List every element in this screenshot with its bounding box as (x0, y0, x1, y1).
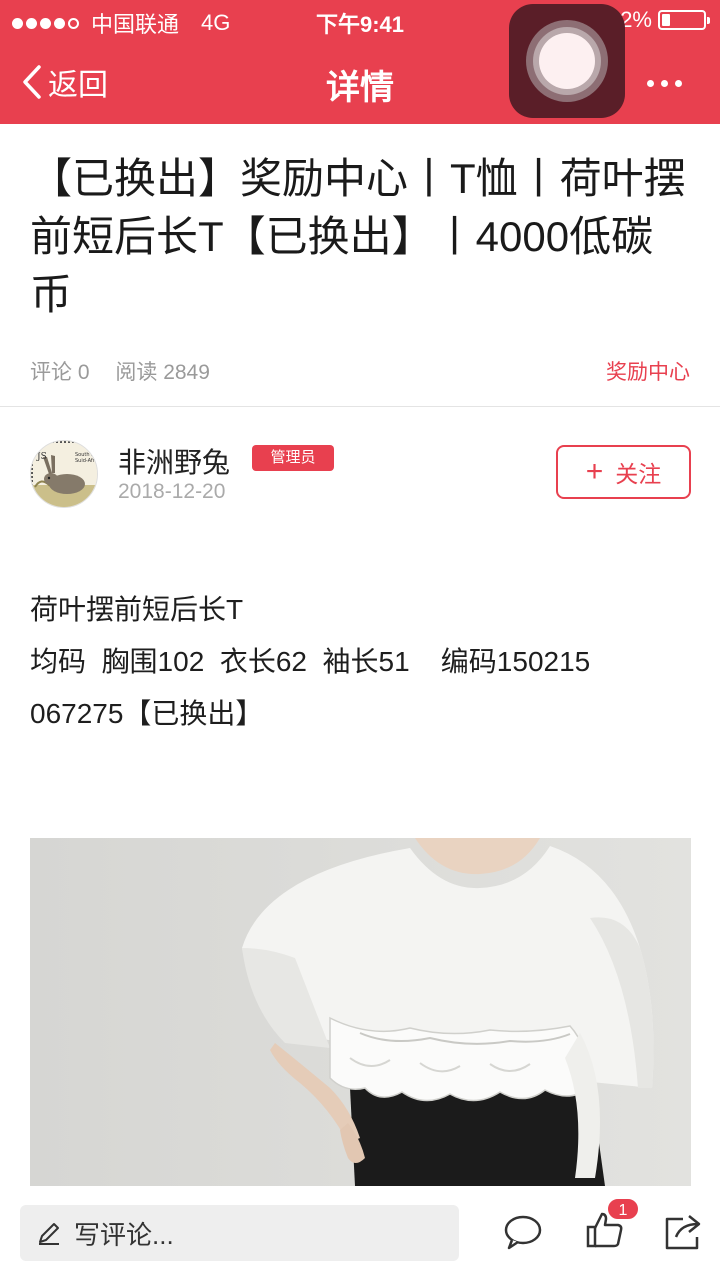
like-count-badge: 1 (606, 1197, 640, 1221)
speech-bubble-icon[interactable] (503, 1213, 543, 1251)
comment-count: 评论 0 (30, 361, 90, 384)
post-date: 2018-12-20 (118, 480, 226, 503)
rabbit-avatar-icon: JS South A Suid-Afri (31, 441, 97, 507)
category-link[interactable]: 奖励中心 (606, 356, 690, 386)
avatar[interactable]: JS South A Suid-Afri (30, 440, 98, 508)
body-line: 均码 胸围102 衣长62 袖长51 编码150215 (30, 646, 591, 677)
more-button[interactable] (647, 80, 682, 87)
read-count: 阅读 2849 (115, 361, 210, 384)
white-top-photo (30, 838, 691, 1186)
plus-icon: + (585, 455, 604, 488)
follow-label: 关注 (615, 461, 662, 487)
author-name[interactable]: 非洲野兔 (118, 441, 230, 481)
admin-badge: 管理员 (252, 445, 334, 471)
battery-icon (658, 10, 710, 30)
article-title: 【已换出】奖励中心丨T恤丨荷叶摆前短后长T【已换出】丨4000低碳币 (30, 155, 686, 318)
svg-text:JS: JS (36, 452, 47, 462)
body-line: 067275【已换出】 (30, 698, 264, 729)
divider (0, 406, 720, 407)
comment-placeholder: 写评论... (74, 1219, 174, 1250)
article-body: 荷叶摆前短后长T 均码 胸围102 衣长62 袖长51 编码150215 067… (30, 584, 695, 740)
pencil-icon (39, 1223, 59, 1245)
more-dots-icon (647, 80, 654, 87)
follow-button[interactable]: + 关注 (556, 445, 691, 499)
body-line: 荷叶摆前短后长T (30, 594, 244, 625)
assistive-touch-button[interactable] (509, 4, 625, 118)
article-meta: 评论 0 阅读 2849 奖励中心 (30, 356, 690, 386)
svg-text:Suid-Afri: Suid-Afri (75, 458, 96, 464)
share-icon[interactable] (663, 1213, 703, 1251)
product-image[interactable] (30, 838, 691, 1186)
bottom-bar: 写评论... 1 (0, 1186, 720, 1280)
write-comment-input[interactable]: 写评论... (20, 1205, 459, 1261)
